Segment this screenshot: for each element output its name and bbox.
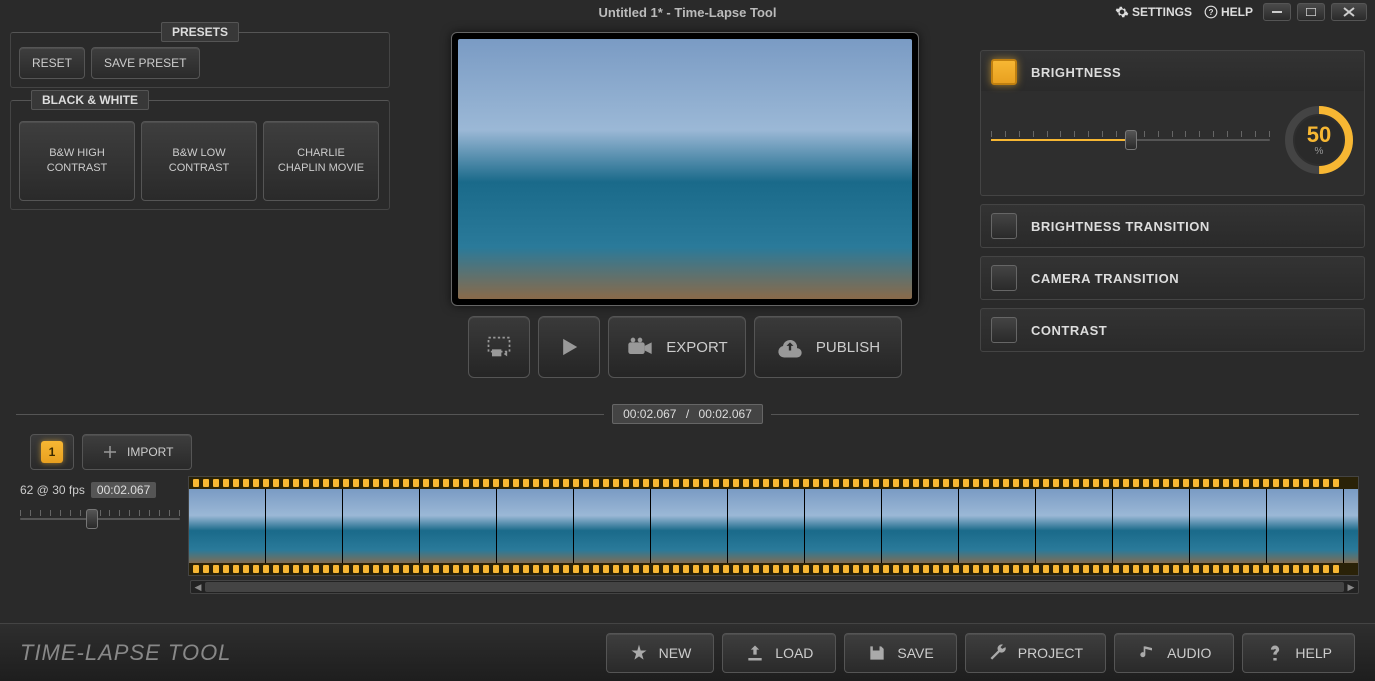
frame-thumb[interactable] [497, 489, 574, 565]
fps-info: 62 @ 30 fps [20, 483, 85, 497]
plus-icon [101, 443, 119, 461]
contrast-checkbox[interactable] [991, 317, 1017, 343]
play-button[interactable] [538, 316, 600, 378]
timeline-info: 62 @ 30 fps 00:02.067 [16, 476, 184, 576]
help-icon: ? [1204, 5, 1218, 19]
wrench-icon [988, 643, 1008, 663]
save-preset-button[interactable]: SAVE PRESET [91, 47, 199, 79]
preview-area [451, 32, 919, 306]
timeline-scrollbar[interactable]: ◀ ▶ [190, 580, 1359, 594]
preset-chaplin[interactable]: CHARLIE CHAPLIN MOVIE [263, 121, 379, 201]
frame-thumb[interactable] [1190, 489, 1267, 565]
bw-legend: BLACK & WHITE [31, 90, 149, 110]
brightness-label: BRIGHTNESS [1031, 65, 1121, 80]
brightness-transition-checkbox[interactable] [991, 213, 1017, 239]
speed-slider[interactable] [20, 504, 180, 570]
frame-thumb[interactable] [574, 489, 651, 565]
import-button[interactable]: IMPORT [82, 434, 192, 470]
brightness-panel: 50 % [980, 91, 1365, 196]
brightness-slider[interactable] [991, 125, 1270, 155]
export-button[interactable]: EXPORT [608, 316, 746, 378]
frame-thumb[interactable] [882, 489, 959, 565]
presets-group: PRESETS RESET SAVE PRESET [10, 32, 390, 88]
svg-text:?: ? [1208, 8, 1213, 17]
question-icon [1265, 643, 1285, 663]
frame-thumb[interactable] [651, 489, 728, 565]
close-button[interactable] [1331, 3, 1367, 21]
upload-icon [745, 643, 765, 663]
frame-thumb[interactable] [1344, 489, 1359, 565]
timeline-tab-1[interactable]: 1 [30, 434, 74, 470]
frame-thumb[interactable] [189, 489, 266, 565]
gear-icon [1115, 5, 1129, 19]
frame-thumb[interactable] [1113, 489, 1190, 565]
preset-bw-low[interactable]: B&W LOW CONTRAST [141, 121, 257, 201]
minimize-button[interactable] [1263, 3, 1291, 21]
effect-brightness-transition[interactable]: BRIGHTNESS TRANSITION [980, 204, 1365, 248]
load-button[interactable]: LOAD [722, 633, 836, 673]
play-icon [555, 333, 583, 361]
frame-thumb[interactable] [805, 489, 882, 565]
publish-button[interactable]: PUBLISH [754, 316, 902, 378]
bw-group: BLACK & WHITE B&W HIGH CONTRAST B&W LOW … [10, 100, 390, 210]
preset-bw-high[interactable]: B&W HIGH CONTRAST [19, 121, 135, 201]
help-link[interactable]: ? HELP [1200, 3, 1257, 21]
fit-button[interactable] [468, 316, 530, 378]
save-button[interactable]: SAVE [844, 633, 956, 673]
cloud-upload-icon [776, 333, 804, 361]
star-icon [629, 643, 649, 663]
preview-image [458, 39, 912, 299]
frame-thumb[interactable] [959, 489, 1036, 565]
frame-thumb[interactable] [728, 489, 805, 565]
camera-icon [626, 333, 654, 361]
music-icon [1137, 643, 1157, 663]
brightness-gauge: 50 % [1284, 105, 1354, 175]
audio-button[interactable]: AUDIO [1114, 633, 1234, 673]
time-display: 00:02.067 / 00:02.067 [16, 402, 1359, 426]
settings-link[interactable]: SETTINGS [1111, 3, 1196, 21]
maximize-button[interactable] [1297, 3, 1325, 21]
effect-brightness[interactable]: BRIGHTNESS [980, 50, 1365, 94]
filmstrip[interactable] [188, 476, 1359, 576]
project-button[interactable]: PROJECT [965, 633, 1106, 673]
help-button[interactable]: HELP [1242, 633, 1355, 673]
frame-thumb[interactable] [1036, 489, 1113, 565]
effect-camera-transition[interactable]: CAMERA TRANSITION [980, 256, 1365, 300]
frame-thumb[interactable] [1267, 489, 1344, 565]
window-title: Untitled 1* - Time-Lapse Tool [599, 5, 777, 20]
app-logo: TIME-LAPSE TOOL [20, 640, 231, 666]
frame-thumb[interactable] [343, 489, 420, 565]
effect-contrast[interactable]: CONTRAST [980, 308, 1365, 352]
reset-button[interactable]: RESET [19, 47, 85, 79]
frame-thumb[interactable] [420, 489, 497, 565]
fit-icon [485, 333, 513, 361]
frame-thumb[interactable] [266, 489, 343, 565]
brightness-value: 50 [1307, 124, 1331, 146]
new-button[interactable]: NEW [606, 633, 715, 673]
save-icon [867, 643, 887, 663]
camera-transition-checkbox[interactable] [991, 265, 1017, 291]
presets-legend: PRESETS [161, 22, 239, 42]
timeline-duration: 00:02.067 [91, 482, 156, 498]
brightness-checkbox[interactable] [991, 59, 1017, 85]
